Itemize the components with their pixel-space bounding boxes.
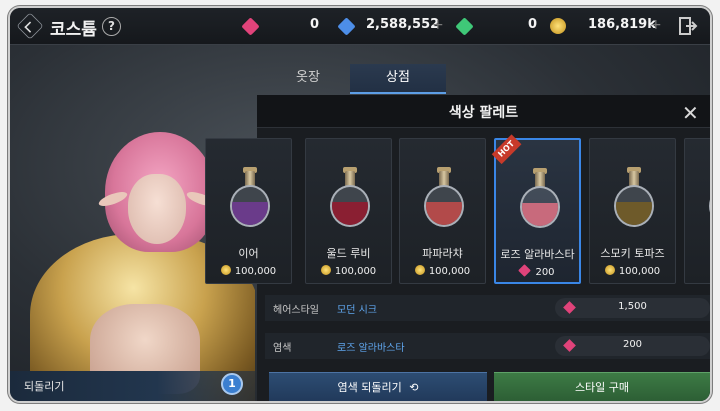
tab-shop[interactable]: 상점 xyxy=(350,64,446,94)
price-value: 100,000 xyxy=(428,266,471,277)
costume-window: 코스튬 ? 0 2,588,552 + 0 186,819k + 되돌리기 1 … xyxy=(10,8,710,401)
color-palette-panel: 색상 팔레트 ✕ 이어 100,000 울드 루비 100,000 파파라챠 100,00… xyxy=(205,95,710,401)
hairstyle-price: 1,500 xyxy=(618,301,647,312)
dye-card-price: 100,000 xyxy=(306,265,391,277)
character-face xyxy=(128,174,186,244)
gold-coin-icon xyxy=(414,265,425,275)
dye-row: 염색 로즈 알라바스타 200 xyxy=(265,333,710,359)
dye-price: 200 xyxy=(622,339,643,350)
dye-card-price: 100,000 xyxy=(590,265,675,277)
dye-card[interactable]: 비 xyxy=(684,138,710,284)
revert-dye-button[interactable]: 염색 되돌리기 ⟲ xyxy=(269,372,487,401)
potion-bottle-icon xyxy=(518,168,562,232)
hairstyle-row: 헤어스타일 모던 시크 1,500 xyxy=(265,295,710,321)
dye-card-price: 200 xyxy=(496,264,579,278)
dye-card-name: 파파라챠 xyxy=(422,247,463,260)
blue-gem-icon xyxy=(337,17,356,36)
gold-amount: 186,819k xyxy=(588,17,656,32)
potion-bottle-icon xyxy=(422,167,466,231)
price-value: 100,000 xyxy=(234,266,277,277)
potion-bottle-icon xyxy=(707,167,710,231)
hairstyle-price-box: 1,500 xyxy=(555,298,710,318)
green-gem-icon xyxy=(455,17,474,36)
exit-icon[interactable] xyxy=(678,16,698,36)
gold-coin-icon xyxy=(604,265,615,275)
top-bar: 코스튬 ? 0 2,588,552 + 0 186,819k + xyxy=(10,8,710,45)
dye-card-name: 울드 루비 xyxy=(326,247,371,260)
potion-bottle-icon xyxy=(612,167,656,231)
green-gem-amount: 0 xyxy=(528,17,538,32)
dye-card-name: 로즈 알라바스타 xyxy=(500,248,575,261)
notification-badge[interactable]: 1 xyxy=(221,373,243,395)
dye-card[interactable]: 울드 루비 100,000 xyxy=(305,138,392,284)
palette-header: 색상 팔레트 ✕ xyxy=(257,95,710,128)
hairstyle-value: 모던 시크 xyxy=(337,305,377,316)
potion-bottle-icon xyxy=(328,167,372,231)
tab-wardrobe[interactable]: 옷장 xyxy=(260,64,356,92)
add-blue-gem-button[interactable]: + xyxy=(432,17,444,33)
dye-card[interactable]: 이어 100,000 xyxy=(205,138,292,284)
dye-card[interactable]: HOT 로즈 알라바스타 200 xyxy=(491,134,581,284)
add-gold-button[interactable]: + xyxy=(650,17,662,33)
potion-bottle-icon xyxy=(228,167,272,231)
hot-badge: HOT xyxy=(491,134,522,165)
gold-coin-icon xyxy=(220,265,231,275)
gold-coin-icon xyxy=(320,265,331,275)
buy-style-button[interactable]: 스타일 구매 xyxy=(494,372,710,401)
ruby-icon xyxy=(241,17,260,36)
ruby-icon xyxy=(518,264,532,277)
help-icon[interactable]: ? xyxy=(102,17,121,36)
revert-dye-label: 염색 되돌리기 xyxy=(337,381,402,394)
price-value: 100,000 xyxy=(334,266,377,277)
dye-card-name: 이어 xyxy=(238,247,259,260)
palette-title: 색상 팔레트 xyxy=(448,105,519,121)
gold-coin-icon xyxy=(550,18,566,34)
dye-value: 로즈 알라바스타 xyxy=(337,343,405,354)
dye-price-box: 200 xyxy=(555,336,710,356)
ruby-amount: 0 xyxy=(310,17,320,32)
page-title: 코스튬 xyxy=(50,20,97,40)
price-value: 100,000 xyxy=(618,266,661,277)
dye-card[interactable]: 파파라챠 100,000 xyxy=(399,138,486,284)
hairstyle-label: 헤어스타일 xyxy=(273,305,319,316)
close-icon[interactable]: ✕ xyxy=(682,101,699,125)
blue-gem-amount: 2,588,552 xyxy=(366,17,440,32)
dye-card[interactable]: 스모키 토파즈 100,000 xyxy=(589,138,676,284)
back-button[interactable] xyxy=(16,12,44,40)
dye-card-price: 100,000 xyxy=(206,265,291,277)
dye-label: 염색 xyxy=(273,343,292,354)
dye-card-name: 스모키 토파즈 xyxy=(600,247,665,260)
revert-label[interactable]: 되돌리기 xyxy=(24,378,64,394)
price-value: 200 xyxy=(535,267,555,278)
dye-card-price: 100,000 xyxy=(400,265,485,277)
refresh-icon: ⟲ xyxy=(409,381,419,394)
dye-card-name: 비 xyxy=(685,245,710,261)
